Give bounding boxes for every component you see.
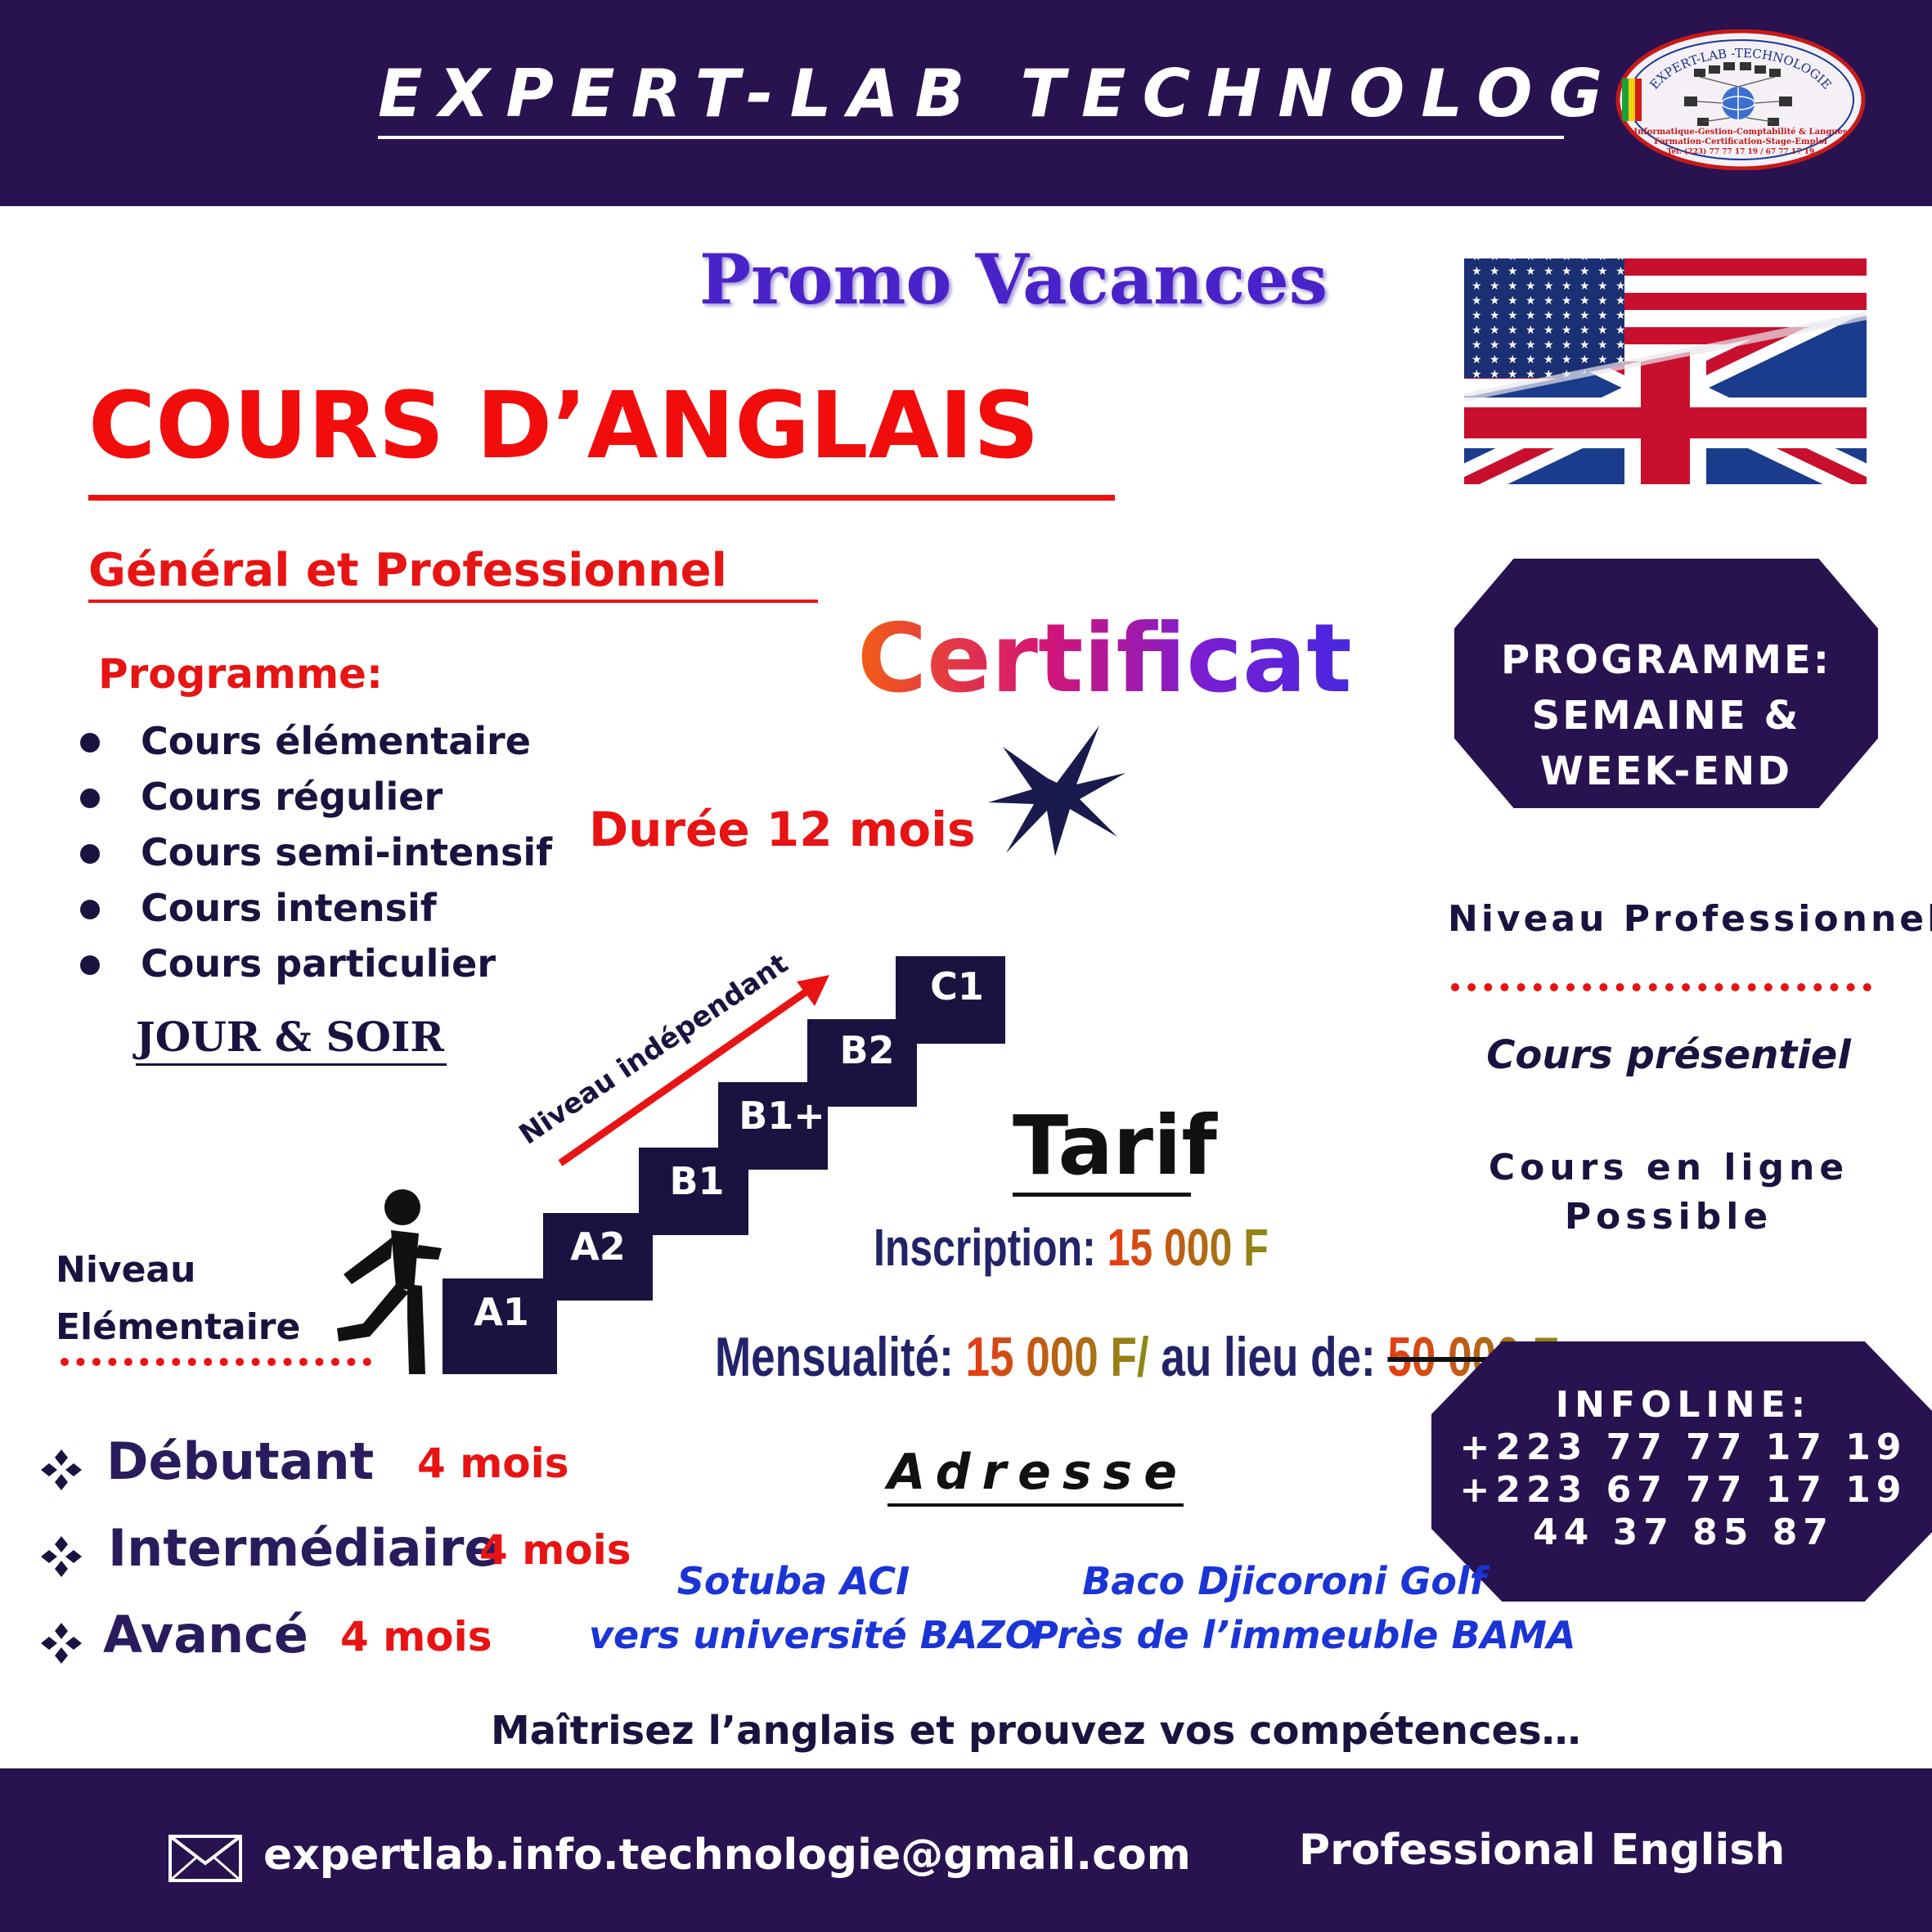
list-item: Cours régulier xyxy=(75,769,552,824)
title-underline xyxy=(88,495,1115,501)
duration-label: Durée 12 mois xyxy=(589,802,976,857)
stair-label: A1 xyxy=(474,1290,529,1334)
email-link[interactable]: expertlab.info.technologie@gmail.com xyxy=(263,1831,1191,1880)
phone-number[interactable]: 44 37 85 87 xyxy=(1431,1512,1932,1554)
subtitle: Général et Professionnel xyxy=(88,544,727,597)
stair-label: A2 xyxy=(570,1224,626,1269)
list-item: Cours élémentaire xyxy=(75,713,552,769)
stair-label: B1 xyxy=(669,1159,724,1203)
svg-text:Informatique-Gestion-Comptabil: Informatique-Gestion-Comptabilité & Lang… xyxy=(1633,128,1848,137)
tagline: Maîtrisez l’anglais et prouvez vos compé… xyxy=(491,1708,1581,1754)
list-item: Cours intensif xyxy=(75,880,552,936)
level-stairs: A1 A2 B1 B1+ B2 C1 Niveau indépendant xyxy=(337,947,1005,1374)
stair-label: C1 xyxy=(930,964,984,1009)
tarif-heading: Tarif xyxy=(1013,1098,1217,1193)
programme-badge: PROGRAMME: SEMAINE & WEEK-END xyxy=(1454,559,1878,808)
brand-underline xyxy=(378,136,1564,139)
envelope-icon xyxy=(168,1835,242,1882)
certificat-heading: Certificat xyxy=(857,604,1352,714)
phone-number[interactable]: +223 77 77 17 19 xyxy=(1431,1427,1932,1469)
flag-us-uk: ★ xyxy=(1464,258,1867,484)
infoline-label: INFOLINE: xyxy=(1555,1384,1812,1426)
diamond-bullet-icon xyxy=(41,1536,82,1577)
promo-heading: Promo Vacances xyxy=(699,239,1328,320)
cours-en-ligne: Cours en ligne Possible xyxy=(1488,1147,1849,1238)
brand-title: EXPERT-LAB TECHNOLOGIE xyxy=(378,56,1721,132)
cours-presentiel: Cours présentiel xyxy=(1486,1032,1851,1078)
mensualite-price: Mensualité: 15 000 F/ au lieu de: 50 000… xyxy=(715,1326,1559,1388)
svg-text:Tel: (223) 77 77 17 19 / 67 77: Tel: (223) 77 77 17 19 / 67 77 17 19 xyxy=(1667,147,1814,156)
badge-line-1: PROGRAMME: xyxy=(1501,637,1831,683)
stair-label: B2 xyxy=(839,1028,894,1072)
burst-star-icon xyxy=(988,726,1126,856)
badge-line-2: SEMAINE & WEEK-END xyxy=(1531,693,1801,794)
programme-label: Programme: xyxy=(98,650,383,698)
svg-text:Formation-Certification-Stage-: Formation-Certification-Stage-Emploi xyxy=(1654,137,1827,146)
stair-label: B1+ xyxy=(739,1094,825,1138)
page-title: COURS D’ANGLAIS xyxy=(88,373,1040,479)
adresse-underline xyxy=(887,1503,1184,1507)
bullet-icon xyxy=(80,733,100,753)
subtitle-underline xyxy=(88,600,818,603)
inscription-price: Inscription: 15 000 F xyxy=(874,1218,1269,1277)
dotted-divider xyxy=(61,1358,371,1366)
tarif-underline xyxy=(1013,1193,1191,1197)
niveau-elementaire: Niveau Elémentaire xyxy=(56,1249,301,1348)
bullet-icon xyxy=(80,955,100,975)
adresse-heading: Adresse xyxy=(887,1444,1188,1501)
footer-slogan: Professional English xyxy=(1299,1826,1786,1875)
address-sotuba: Sotuba ACI vers université BAZO xyxy=(589,1559,1037,1657)
diamond-bullet-icon xyxy=(41,1449,82,1490)
list-item: Cours semi-intensif xyxy=(75,824,552,880)
bullet-icon xyxy=(80,844,100,864)
walking-person-icon xyxy=(337,1189,442,1374)
address-baco: Baco Djicoroni Golf Près de l’immeuble B… xyxy=(1031,1559,1576,1657)
diamond-bullet-icon xyxy=(41,1623,82,1664)
dotted-divider xyxy=(1451,983,1871,991)
niveau-professionnel: Niveau Professionnel xyxy=(1448,898,1932,940)
bullet-icon xyxy=(80,900,100,919)
phone-number[interactable]: +223 67 77 17 19 xyxy=(1431,1469,1932,1512)
logo-seal: EXPERT-LAB -TECHNOLOGIE Informatique-Ges… xyxy=(1615,29,1866,170)
bullet-icon xyxy=(80,789,100,808)
